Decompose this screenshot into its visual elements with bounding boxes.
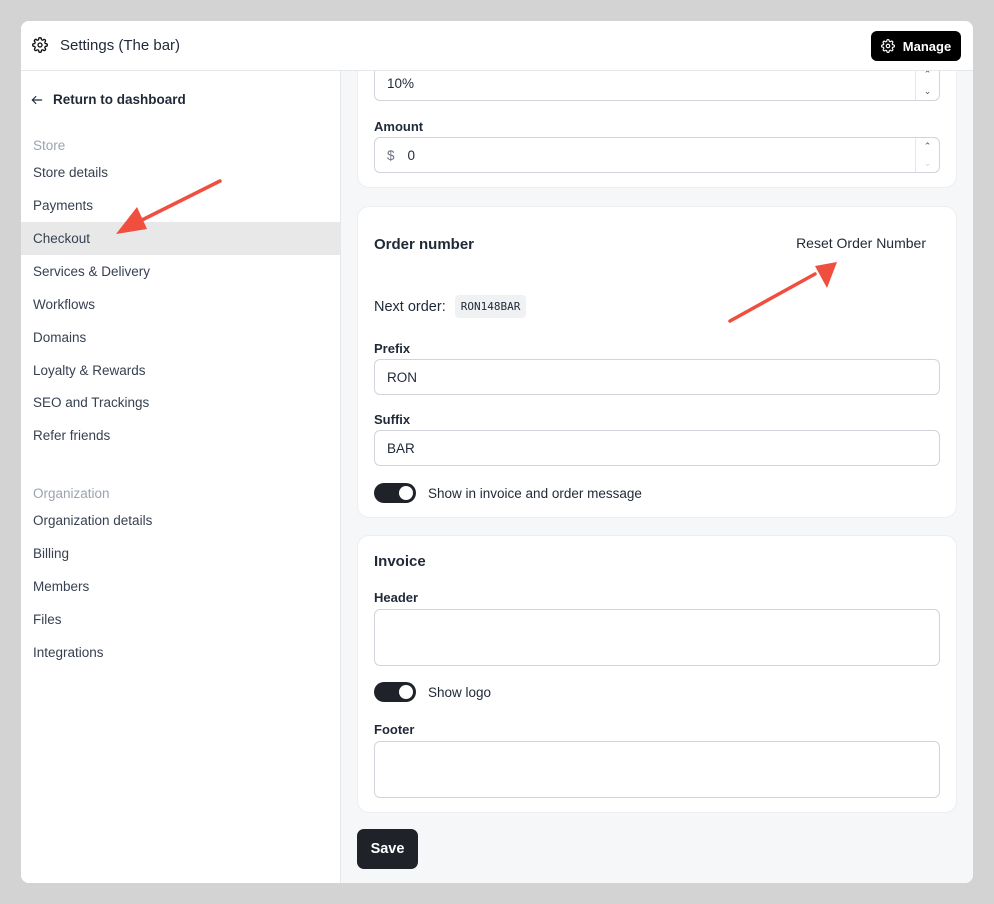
suffix-value: BAR <box>387 440 415 456</box>
save-button[interactable]: Save <box>357 829 418 869</box>
return-to-dashboard-label: Return to dashboard <box>53 92 186 107</box>
sidebar-item-checkout[interactable]: Checkout <box>21 222 340 255</box>
show-logo-label: Show logo <box>428 684 492 700</box>
prefix-label: Prefix <box>374 341 411 356</box>
toggle-knob <box>399 685 413 699</box>
amount-stepper[interactable]: ⌃ ⌄ <box>915 138 939 172</box>
return-to-dashboard-link[interactable]: Return to dashboard <box>30 92 186 107</box>
header-label: Header <box>374 590 419 605</box>
suffix-label: Suffix <box>374 412 411 427</box>
prefix-input[interactable]: RON <box>374 359 940 395</box>
chevron-down-icon[interactable]: ⌄ <box>924 158 932 169</box>
amount-value: 0 <box>407 147 416 163</box>
chevron-up-icon[interactable]: ⌃ <box>924 141 932 152</box>
suffix-input[interactable]: BAR <box>374 430 940 466</box>
sidebar: Return to dashboard Store Store details … <box>21 71 341 883</box>
invoice-footer-textarea[interactable] <box>374 741 940 798</box>
order-number-card: Order number Reset Order Number Next ord… <box>357 206 957 518</box>
invoice-header-textarea[interactable] <box>374 609 940 666</box>
toggle-knob <box>399 486 413 500</box>
sidebar-item-workflows[interactable]: Workflows <box>21 288 340 321</box>
gear-icon <box>880 39 895 53</box>
show-in-invoice-toggle[interactable] <box>374 483 416 503</box>
currency-prefix: $ <box>387 147 395 163</box>
tax-card: 10% ⌃ ⌄ Amount $ 0 ⌃ ⌄ <box>357 71 957 188</box>
tax-rate-input[interactable]: 10% ⌃ ⌄ <box>374 71 940 101</box>
order-number-title: Order number <box>374 236 475 253</box>
sidebar-item-files[interactable]: Files <box>21 603 340 636</box>
show-logo-row: Show logo <box>374 682 491 702</box>
store-section-label: Store <box>33 138 66 153</box>
show-logo-toggle[interactable] <box>374 682 416 702</box>
manage-button[interactable]: Manage <box>871 31 961 61</box>
top-bar: Settings (The bar) Manage <box>21 21 973 71</box>
organization-section-label: Organization <box>33 486 110 501</box>
invoice-card: Invoice Header Show logo Footer <box>357 535 957 813</box>
chevron-down-icon[interactable]: ⌄ <box>924 86 932 97</box>
next-order-code: RON148BAR <box>454 295 527 318</box>
amount-input[interactable]: $ 0 ⌃ ⌄ <box>374 137 940 173</box>
sidebar-item-members[interactable]: Members <box>21 570 340 603</box>
reset-order-number-link[interactable]: Reset Order Number <box>796 235 926 251</box>
show-in-invoice-row: Show in invoice and order message <box>374 483 642 503</box>
sidebar-item-integrations[interactable]: Integrations <box>21 636 340 669</box>
invoice-title: Invoice <box>374 553 426 570</box>
sidebar-item-refer-friends[interactable]: Refer friends <box>21 419 340 452</box>
sidebar-item-organization-details[interactable]: Organization details <box>21 504 340 537</box>
tax-rate-stepper[interactable]: ⌃ ⌄ <box>915 71 939 100</box>
sidebar-item-seo-trackings[interactable]: SEO and Trackings <box>21 386 340 419</box>
sidebar-item-services-delivery[interactable]: Services & Delivery <box>21 255 340 288</box>
tax-rate-value: 10% <box>387 75 415 91</box>
next-order-label: Next order: <box>374 298 446 315</box>
prefix-value: RON <box>387 369 417 385</box>
show-in-invoice-label: Show in invoice and order message <box>428 485 642 501</box>
next-order-row: Next order: RON148BAR <box>374 295 527 318</box>
sidebar-item-domains[interactable]: Domains <box>21 321 340 354</box>
arrow-left-icon <box>31 95 43 104</box>
amount-label: Amount <box>374 119 424 134</box>
sidebar-item-loyalty-rewards[interactable]: Loyalty & Rewards <box>21 354 340 387</box>
main-content: 10% ⌃ ⌄ Amount $ 0 ⌃ ⌄ Order number Rese… <box>341 71 973 883</box>
sidebar-item-store-details[interactable]: Store details <box>21 156 340 189</box>
sidebar-item-payments[interactable]: Payments <box>21 189 340 222</box>
chevron-up-icon[interactable]: ⌃ <box>924 71 932 80</box>
manage-button-label: Manage <box>902 38 952 54</box>
settings-window: Settings (The bar) Manage Return to dash… <box>21 21 973 883</box>
page-title: Settings (The bar) <box>60 37 181 54</box>
footer-label: Footer <box>374 722 415 737</box>
sidebar-item-billing[interactable]: Billing <box>21 537 340 570</box>
gear-icon <box>32 37 48 53</box>
